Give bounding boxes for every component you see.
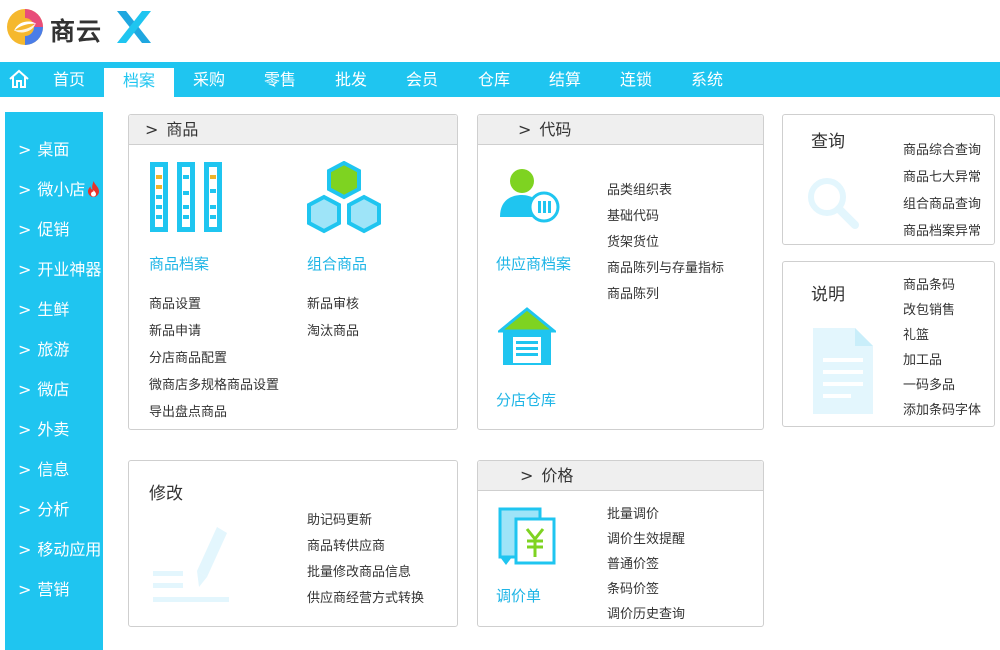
- price-link-barcode-tag[interactable]: 条码价签: [607, 578, 659, 597]
- goods-link-branch-config[interactable]: 分店商品配置: [149, 347, 227, 366]
- sidebar-item-desktop[interactable]: > 桌面: [18, 136, 69, 160]
- document-icon: [813, 328, 873, 414]
- notes-link-barcode[interactable]: 商品条码: [903, 274, 955, 293]
- nav-item-home[interactable]: 首页: [44, 62, 94, 97]
- panel-goods-header: > 商品: [129, 115, 457, 145]
- nav-item-system[interactable]: 系统: [682, 62, 732, 97]
- nav-item-settlement[interactable]: 结算: [540, 62, 590, 97]
- code-link-display-stock[interactable]: 商品陈列与存量指标: [607, 257, 724, 276]
- panel-price: > 价格 调价单 批量调价 调价生效提醒 普通价签 条码价签 调价历史查询: [477, 460, 764, 627]
- goods-archive-icon[interactable]: [149, 161, 223, 235]
- sidebar-item-promotion[interactable]: > 促销: [18, 216, 69, 240]
- price-adjust-icon[interactable]: [498, 507, 558, 567]
- search-icon: [808, 178, 859, 229]
- sidebar: > 桌面 > 微小店 > 促销 > 开业神器 > 生鲜 > 旅游 > 微店 > 外卖 > 信息 >…: [5, 112, 103, 650]
- warehouse-title[interactable]: 分店仓库: [496, 389, 556, 410]
- code-link-display[interactable]: 商品陈列: [607, 283, 659, 302]
- modify-link-supplier-mode[interactable]: 供应商经营方式转换: [307, 587, 424, 606]
- query-link-seven-anomalies[interactable]: 商品七大异常: [903, 166, 981, 185]
- combo-goods-icon[interactable]: [305, 161, 383, 235]
- sidebar-item-takeout[interactable]: > 外卖: [18, 416, 69, 440]
- nav-item-chain[interactable]: 连锁: [611, 62, 661, 97]
- query-link-comprehensive[interactable]: 商品综合查询: [903, 139, 981, 158]
- nav-item-archive[interactable]: 档案: [104, 68, 174, 97]
- code-link-basic-code[interactable]: 基础代码: [607, 205, 659, 224]
- notes-link-repack[interactable]: 改包销售: [903, 299, 955, 318]
- panel-code-header: > 代码: [478, 115, 763, 145]
- nav-item-purchase[interactable]: 采购: [184, 62, 234, 97]
- notes-link-barcode-font[interactable]: 添加条码字体: [903, 399, 981, 418]
- sidebar-item-marketing[interactable]: > 营销: [18, 576, 69, 600]
- logo-text: 商云: [50, 17, 103, 46]
- logo-x-icon: [117, 11, 151, 43]
- code-link-shelf-location[interactable]: 货架货位: [607, 231, 659, 250]
- sidebar-item-mobile-app[interactable]: > 移动应用: [18, 536, 101, 560]
- sidebar-item-info[interactable]: > 信息: [18, 456, 69, 480]
- panel-notes: 说明 商品条码 改包销售 礼篮 加工品 一码多品 添加条码字体: [782, 261, 995, 427]
- goods-archive-title[interactable]: 商品档案: [149, 253, 209, 274]
- price-link-batch-adjust[interactable]: 批量调价: [607, 503, 659, 522]
- fire-icon: [88, 181, 100, 197]
- nav-item-member[interactable]: 会员: [397, 62, 447, 97]
- supplier-archive-icon[interactable]: [498, 163, 560, 225]
- edit-icon: [153, 527, 229, 602]
- home-icon[interactable]: [8, 69, 30, 89]
- panel-price-header: > 价格: [478, 461, 763, 491]
- notes-link-multi-product[interactable]: 一码多品: [903, 374, 955, 393]
- top-nav: 首页 档案 采购 零售 批发 会员 仓库 结算 连锁 系统: [0, 62, 1000, 97]
- modify-link-transfer-supplier[interactable]: 商品转供应商: [307, 535, 385, 554]
- notes-link-processed[interactable]: 加工品: [903, 349, 942, 368]
- panel-goods: > 商品 商品档案 组合商品 商品设置 新品申请 分店商品配置 微商店多规格商品设…: [128, 114, 458, 430]
- sidebar-item-fresh[interactable]: > 生鲜: [18, 296, 69, 320]
- query-title: 查询: [811, 132, 845, 152]
- goods-link-multi-spec[interactable]: 微商店多规格商品设置: [149, 374, 279, 393]
- goods-link-settings[interactable]: 商品设置: [149, 293, 201, 312]
- warehouse-icon[interactable]: [498, 307, 556, 367]
- nav-item-warehouse[interactable]: 仓库: [469, 62, 519, 97]
- nav-item-wholesale[interactable]: 批发: [326, 62, 376, 97]
- price-sheet-title[interactable]: 调价单: [496, 585, 541, 606]
- modify-link-mnemonic[interactable]: 助记码更新: [307, 509, 372, 528]
- sidebar-item-opening-tools[interactable]: > 开业神器: [18, 256, 101, 280]
- combo-goods-title[interactable]: 组合商品: [307, 253, 367, 274]
- query-link-archive-anomaly[interactable]: 商品档案异常: [903, 220, 981, 239]
- price-link-normal-tag[interactable]: 普通价签: [607, 553, 659, 572]
- price-link-effective-reminder[interactable]: 调价生效提醒: [607, 528, 685, 547]
- goods-link-export-stocktake[interactable]: 导出盘点商品: [149, 401, 227, 420]
- sidebar-item-micro-shop[interactable]: > 微小店: [18, 176, 100, 200]
- logo-bar: 商云: [0, 0, 1000, 62]
- goods-link-new-request[interactable]: 新品申请: [149, 320, 201, 339]
- modify-link-batch-edit[interactable]: 批量修改商品信息: [307, 561, 411, 580]
- logo-icon: [7, 9, 43, 45]
- notes-title: 说明: [811, 285, 845, 305]
- panel-code: > 代码 供应商档案 分店仓库 品类组织表 基础代码 货架货位 商品陈列与存量指标…: [477, 114, 764, 430]
- code-link-category-org[interactable]: 品类组织表: [607, 179, 672, 198]
- supplier-archive-title[interactable]: 供应商档案: [496, 253, 571, 274]
- panel-modify: 修改 助记码更新 商品转供应商 批量修改商品信息 供应商经营方式转换: [128, 460, 458, 627]
- panel-query: 查询 商品综合查询 商品七大异常 组合商品查询 商品档案异常: [782, 114, 995, 245]
- price-link-history[interactable]: 调价历史查询: [607, 603, 685, 622]
- nav-item-retail[interactable]: 零售: [255, 62, 305, 97]
- sidebar-item-wechat-store[interactable]: > 微店: [18, 376, 69, 400]
- goods-link-new-review[interactable]: 新品审核: [307, 293, 359, 312]
- sidebar-item-analysis[interactable]: > 分析: [18, 496, 69, 520]
- query-link-combo[interactable]: 组合商品查询: [903, 193, 981, 212]
- modify-title: 修改: [149, 484, 183, 504]
- sidebar-item-travel[interactable]: > 旅游: [18, 336, 69, 360]
- goods-link-obsolete[interactable]: 淘汰商品: [307, 320, 359, 339]
- notes-link-gift-basket[interactable]: 礼篮: [903, 324, 929, 343]
